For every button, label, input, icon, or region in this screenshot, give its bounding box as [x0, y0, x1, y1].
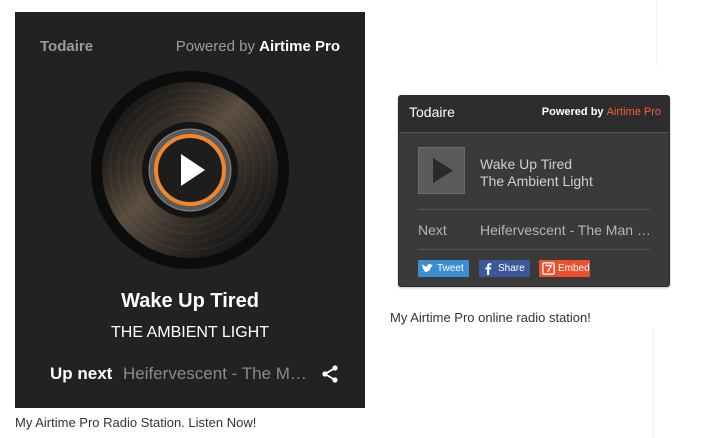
tweet-button[interactable]: Tweet: [418, 260, 469, 277]
twitter-bird-icon: [422, 264, 433, 272]
divider: [418, 249, 650, 250]
widget-header: Todaire Powered by Airtime Pro: [399, 96, 669, 133]
up-next-label: Up next: [50, 364, 113, 383]
embed-button[interactable]: Embed: [539, 260, 590, 277]
share-label: Share: [498, 263, 525, 274]
station-name: Todaire: [409, 104, 455, 120]
embed-icon: [542, 262, 555, 275]
page-divider: [656, 0, 657, 66]
play-icon: [433, 158, 453, 183]
powered-by-prefix: Powered by: [175, 38, 260, 55]
tweet-label: Tweet: [437, 263, 464, 274]
station-name: Todaire: [40, 38, 94, 55]
now-playing-title: Wake Up Tired: [121, 290, 259, 312]
embed-label: Embed: [558, 263, 590, 274]
big-player-widget: Todaire Powered by Airtime Pro Wake Up T…: [15, 12, 365, 408]
divider: [418, 209, 650, 210]
facebook-share-button[interactable]: Share: [479, 260, 530, 277]
now-playing-title: Wake Up Tired: [480, 156, 573, 172]
powered-by-prefix: Powered by: [541, 106, 607, 118]
page-divider: [653, 330, 654, 438]
big-player-caption: My Airtime Pro Radio Station. Listen Now…: [15, 415, 257, 430]
play-button[interactable]: [418, 147, 465, 194]
share-icon[interactable]: [320, 364, 340, 384]
up-next-row: Up next Heifervescent - The Man from the…: [50, 364, 340, 388]
now-playing-artist: THE AMBIENT LIGHT: [111, 324, 269, 341]
powered-by-brand: Airtime Pro: [606, 106, 661, 118]
next-track: Heifervescent - The Man from the Sun: [480, 222, 652, 238]
powered-by[interactable]: Powered by Airtime Pro: [176, 38, 340, 55]
next-label: Next: [418, 222, 447, 238]
up-next-track: Heifervescent - The Man from the Sun: [123, 364, 315, 383]
play-button[interactable]: [179, 152, 207, 188]
powered-by[interactable]: Powered by Airtime Pro: [542, 106, 661, 118]
small-widget-caption: My Airtime Pro online radio station!: [390, 310, 591, 325]
facebook-icon: [485, 263, 492, 275]
small-player-widget: Todaire Powered by Airtime Pro Wake Up T…: [398, 95, 670, 287]
powered-by-brand: Airtime Pro: [259, 38, 340, 55]
now-playing-artist: The Ambient Light: [480, 173, 593, 189]
